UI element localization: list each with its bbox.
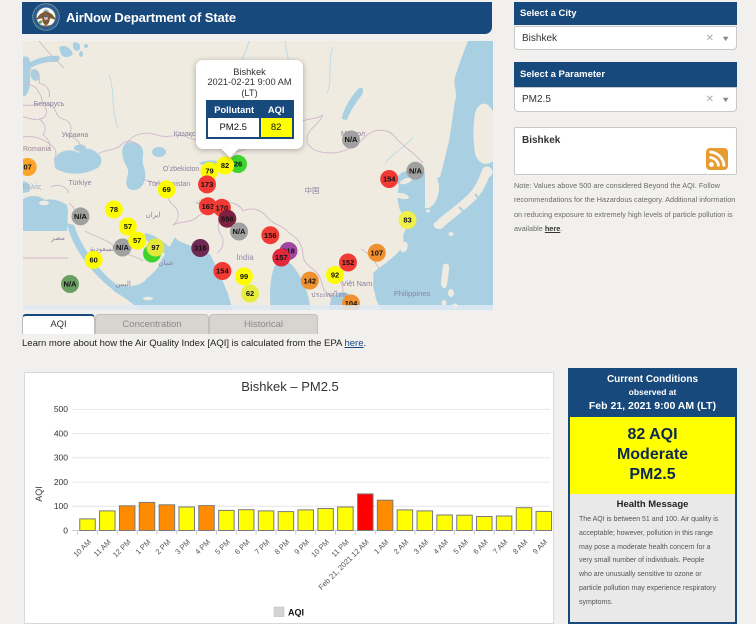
svg-text:Philippines: Philippines <box>394 289 431 298</box>
svg-text:6 PM: 6 PM <box>233 538 252 557</box>
svg-text:10 PM: 10 PM <box>309 538 331 560</box>
svg-text:83: 83 <box>403 216 411 225</box>
svg-text:300: 300 <box>54 453 68 463</box>
svg-text:Украина: Украина <box>62 132 89 139</box>
svg-text:中国: 中国 <box>305 185 320 195</box>
svg-text:173: 173 <box>201 180 214 189</box>
svg-text:7 AM: 7 AM <box>491 538 509 556</box>
svg-text:ประเทศไทย: ประเทศไทย <box>311 290 347 299</box>
svg-text:154: 154 <box>216 267 229 276</box>
svg-text:11 AM: 11 AM <box>92 538 113 559</box>
svg-text:156: 156 <box>264 231 277 240</box>
svg-text:57: 57 <box>133 236 141 245</box>
svg-text:152: 152 <box>342 258 355 267</box>
svg-text:3 AM: 3 AM <box>412 538 430 556</box>
svg-text:اليمن: اليمن <box>115 280 131 288</box>
svg-text:556: 556 <box>221 214 234 223</box>
svg-text:5 AM: 5 AM <box>451 538 469 556</box>
svg-text:ايران: ايران <box>146 211 161 219</box>
svg-text:N/A: N/A <box>116 243 130 252</box>
svg-text:100: 100 <box>54 501 68 511</box>
svg-text:154: 154 <box>383 175 396 184</box>
svg-text:Việt Nam: Việt Nam <box>342 279 373 288</box>
svg-text:9 AM: 9 AM <box>531 538 549 556</box>
svg-text:Bishkek – PM2.5: Bishkek – PM2.5 <box>241 379 339 394</box>
svg-text:26: 26 <box>234 160 242 169</box>
svg-text:500: 500 <box>54 404 68 414</box>
svg-text:AQI: AQI <box>288 608 304 618</box>
svg-text:Romania: Romania <box>23 146 51 153</box>
svg-text:62: 62 <box>246 289 254 298</box>
svg-text:3 PM: 3 PM <box>173 538 192 557</box>
svg-text:Ελλάς: Ελλάς <box>23 183 42 191</box>
svg-text:78: 78 <box>110 205 118 214</box>
svg-text:97: 97 <box>151 243 159 252</box>
svg-text:69: 69 <box>162 185 170 194</box>
svg-text:107: 107 <box>371 249 384 258</box>
svg-text:163: 163 <box>202 202 215 211</box>
svg-text:10 AM: 10 AM <box>72 538 93 559</box>
svg-text:6 AM: 6 AM <box>471 538 489 556</box>
svg-text:60: 60 <box>90 256 98 265</box>
svg-text:Türkiye: Türkiye <box>69 180 92 187</box>
svg-text:142: 142 <box>304 276 317 285</box>
svg-text:99: 99 <box>240 272 248 281</box>
svg-text:2 AM: 2 AM <box>392 538 410 556</box>
svg-text:2 PM: 2 PM <box>154 538 173 557</box>
svg-text:316: 316 <box>194 244 207 253</box>
svg-text:82: 82 <box>221 161 229 170</box>
svg-text:Беларусь: Беларусь <box>34 101 65 108</box>
svg-text:12 PM: 12 PM <box>111 538 133 560</box>
svg-text:200: 200 <box>54 477 68 487</box>
svg-text:India: India <box>236 253 254 262</box>
svg-text:عمان: عمان <box>158 259 174 267</box>
svg-text:مصر: مصر <box>50 235 65 242</box>
svg-text:8 PM: 8 PM <box>273 538 292 557</box>
svg-text:1 PM: 1 PM <box>134 538 153 557</box>
svg-text:N/A: N/A <box>64 280 78 289</box>
svg-text:57: 57 <box>124 222 132 231</box>
svg-text:7 PM: 7 PM <box>253 538 272 557</box>
svg-text:79: 79 <box>205 167 213 176</box>
svg-text:400: 400 <box>54 428 68 438</box>
svg-text:N/A: N/A <box>233 227 247 236</box>
svg-text:N/A: N/A <box>409 167 423 176</box>
svg-text:Oʼzbekiston: Oʼzbekiston <box>163 165 200 173</box>
svg-text:9 PM: 9 PM <box>292 538 311 557</box>
svg-text:5 PM: 5 PM <box>213 538 232 557</box>
svg-text:0: 0 <box>63 525 68 535</box>
svg-text:AQI: AQI <box>34 486 44 502</box>
svg-text:1 AM: 1 AM <box>372 538 390 556</box>
svg-text:N/A: N/A <box>345 135 359 144</box>
svg-text:4 AM: 4 AM <box>432 538 450 556</box>
svg-text:92: 92 <box>331 271 339 280</box>
svg-text:N/A: N/A <box>74 212 88 221</box>
svg-text:8 AM: 8 AM <box>511 538 529 556</box>
svg-text:07: 07 <box>24 163 32 172</box>
svg-text:4 PM: 4 PM <box>193 538 212 557</box>
svg-text:157: 157 <box>275 253 288 262</box>
